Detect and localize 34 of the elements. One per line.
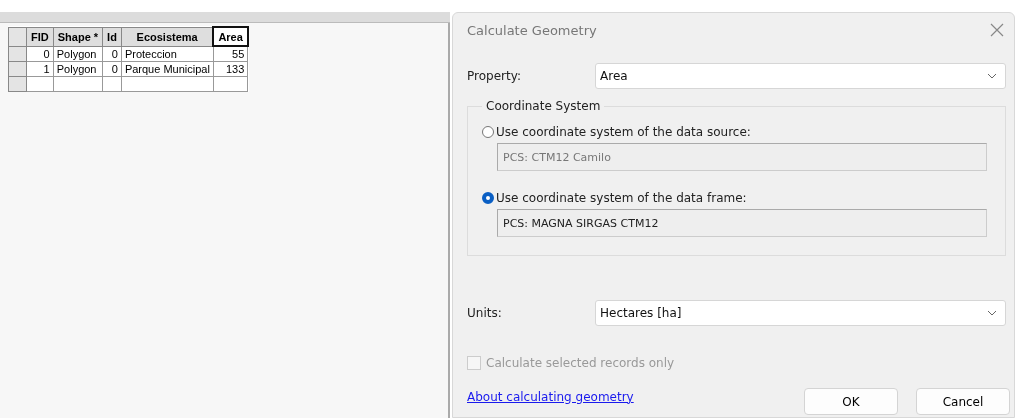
table-cell: 0 — [102, 46, 122, 62]
cancel-button[interactable]: Cancel — [916, 388, 1010, 415]
readonly-field: PCS: CTM12 Camilo — [497, 143, 987, 171]
ok-button[interactable]: OK — [804, 388, 898, 415]
column-header[interactable]: Shape * — [53, 27, 103, 46]
table-cell: Polygon — [53, 61, 103, 77]
table-cell: 0 — [26, 46, 54, 62]
table-cell: 133 — [213, 61, 248, 77]
readonly-field: PCS: MAGNA SIRGAS CTM12 — [497, 209, 987, 237]
chevron-down-icon — [987, 310, 997, 316]
help-link[interactable]: About calculating geometry — [467, 389, 634, 404]
property-dropdown[interactable]: Area — [595, 63, 1006, 89]
column-header[interactable]: Area — [213, 27, 248, 46]
row-header[interactable] — [8, 27, 27, 46]
option-label: Use coordinate system of the data source: — [496, 125, 751, 139]
table-cell: Polygon — [53, 46, 103, 62]
close-button[interactable] — [988, 21, 1006, 39]
column-header[interactable]: FID — [26, 27, 54, 46]
table-cell: 0 — [102, 61, 122, 77]
table-cell: 55 — [213, 46, 248, 62]
field-label: Units: — [467, 306, 503, 320]
radio-button[interactable] — [482, 126, 494, 138]
dialog-title: Calculate Geometry — [467, 22, 597, 38]
column-header[interactable]: Ecosistema — [121, 27, 214, 46]
table-cell: Parque Municipal — [121, 61, 214, 77]
chevron-down-icon — [987, 73, 997, 79]
group-title: Coordinate System — [485, 99, 602, 113]
radio-button[interactable] — [482, 192, 494, 204]
option-label: Use coordinate system of the data frame: — [496, 191, 747, 205]
checkbox-label: Calculate selected records only — [486, 356, 675, 370]
units-dropdown[interactable]: Hectares [ha] — [595, 300, 1006, 326]
table-cell: 1 — [26, 61, 54, 77]
field-label: Property: — [467, 69, 522, 83]
table-cell: Proteccion — [121, 46, 214, 62]
